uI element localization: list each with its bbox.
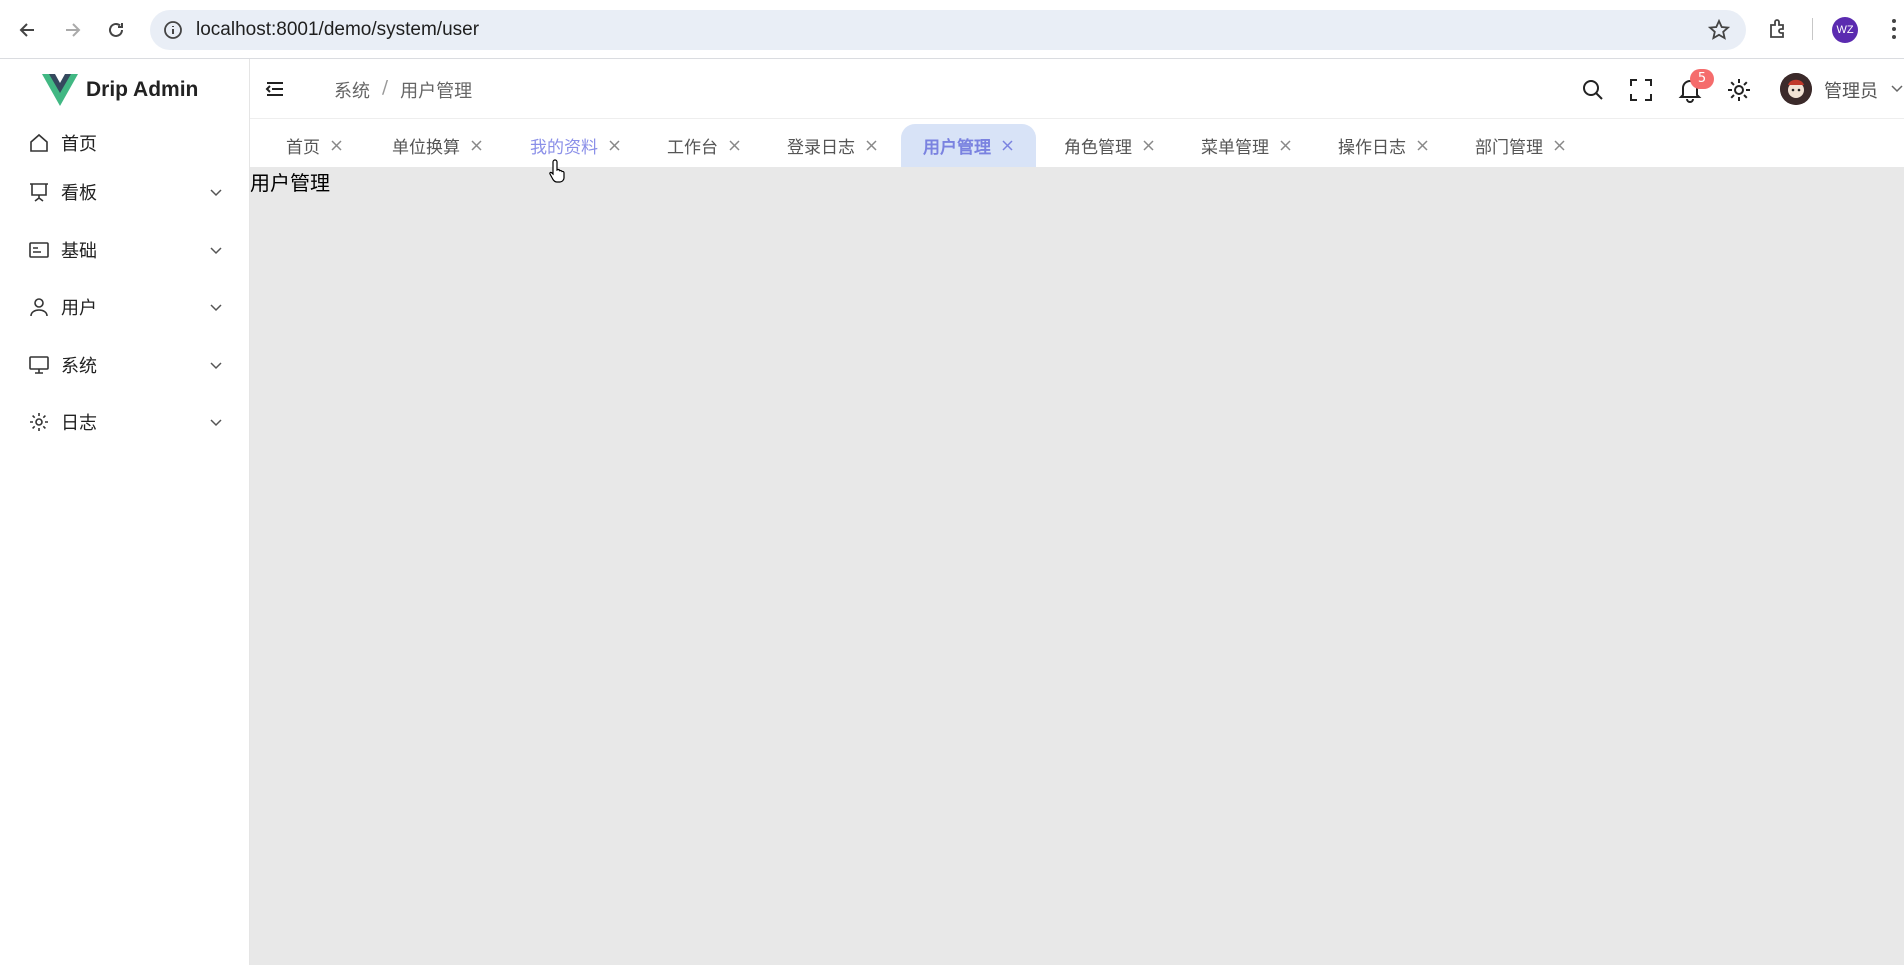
sidebar-item-label: 基础 [61, 241, 97, 262]
sidebar-item-label: 日志 [61, 413, 97, 434]
tab-label: 角色管理 [1064, 138, 1132, 158]
tab-unit-conversion[interactable]: 单位换算 [370, 124, 505, 167]
tab-department-management[interactable]: 部门管理 [1453, 124, 1588, 167]
close-icon[interactable] [1001, 139, 1014, 152]
tab-label: 用户管理 [923, 138, 991, 158]
search-icon[interactable] [1580, 77, 1606, 103]
extensions-icon[interactable] [1766, 16, 1792, 42]
sidebar-item-log[interactable]: 日志 [0, 398, 250, 446]
id-card-icon [29, 242, 49, 258]
reload-icon[interactable] [100, 14, 132, 46]
tab-user-management[interactable]: 用户管理 [901, 124, 1036, 167]
breadcrumb-item[interactable]: 系统 [334, 77, 370, 103]
sidebar-item-label: 首页 [61, 134, 97, 155]
gear-icon [30, 413, 48, 431]
sidebar-item-home[interactable]: 首页 [0, 119, 250, 167]
tab-home[interactable]: 首页 [264, 124, 365, 167]
app-name: Drip Admin [86, 78, 199, 101]
more-menu-icon[interactable] [1888, 16, 1900, 42]
tab-login-log[interactable]: 登录日志 [765, 124, 900, 167]
app-logo[interactable]: Drip Admin [42, 74, 198, 106]
tab-label: 首页 [286, 138, 320, 158]
presentation-board-icon [30, 183, 48, 202]
page-title: 用户管理 [250, 171, 330, 195]
tab-label: 菜单管理 [1201, 138, 1269, 158]
home-icon [30, 133, 48, 152]
back-icon[interactable] [12, 14, 44, 46]
sidebar-item-label: 系统 [61, 356, 97, 377]
sidebar-item-basic[interactable]: 基础 [0, 226, 250, 274]
close-icon[interactable] [1416, 139, 1429, 152]
address-bar[interactable]: localhost:8001/demo/system/user [150, 10, 1746, 50]
toolbar-divider [1812, 18, 1813, 40]
breadcrumb-item-current: 用户管理 [400, 81, 473, 102]
close-icon[interactable] [728, 139, 741, 152]
breadcrumb: 系统 / 用户管理 [334, 77, 472, 103]
tab-workbench[interactable]: 工作台 [645, 124, 763, 167]
username[interactable]: 管理员 [1824, 77, 1878, 103]
breadcrumb-separator: / [382, 77, 389, 98]
top-header: 系统 / 用户管理 5 管理员 [250, 59, 1904, 119]
tab-label: 登录日志 [787, 138, 855, 158]
chevron-down-icon [210, 189, 222, 197]
fullscreen-icon[interactable] [1628, 77, 1654, 103]
tab-label: 工作台 [667, 138, 718, 158]
close-icon[interactable] [1279, 139, 1292, 152]
tab-label: 单位换算 [392, 138, 460, 158]
sidebar-item-user[interactable]: 用户 [0, 283, 250, 331]
sidebar-item-dashboard[interactable]: 看板 [0, 168, 250, 216]
close-icon[interactable] [470, 139, 483, 152]
tab-operation-log[interactable]: 操作日志 [1316, 124, 1451, 167]
notification-badge: 5 [1690, 69, 1714, 89]
forward-icon[interactable] [56, 14, 88, 46]
chevron-down-icon [210, 362, 222, 370]
sidebar-item-label: 用户 [61, 298, 97, 319]
close-icon[interactable] [1142, 139, 1155, 152]
url-text[interactable]: localhost:8001/demo/system/user [196, 19, 479, 41]
sidebar-item-system[interactable]: 系统 [0, 341, 250, 389]
bookmark-star-icon[interactable] [1708, 19, 1730, 41]
monitor-icon [29, 356, 49, 374]
user-icon [30, 298, 48, 317]
menu-collapse-icon[interactable] [264, 78, 286, 100]
close-icon[interactable] [608, 139, 621, 152]
vue-logo-icon [42, 74, 78, 106]
chevron-down-icon[interactable] [1890, 81, 1904, 95]
user-avatar[interactable] [1780, 73, 1812, 105]
chevron-down-icon [210, 419, 222, 427]
tab-role-management[interactable]: 角色管理 [1042, 124, 1177, 167]
main-content: 用户管理 [250, 167, 1904, 965]
tab-my-profile[interactable]: 我的资料 [508, 124, 643, 167]
tab-label: 我的资料 [530, 138, 598, 158]
tab-menu-management[interactable]: 菜单管理 [1179, 124, 1314, 167]
settings-gear-icon[interactable] [1726, 77, 1752, 103]
close-icon[interactable] [1553, 139, 1566, 152]
close-icon[interactable] [330, 139, 343, 152]
site-info-icon[interactable] [162, 19, 184, 41]
tab-label: 操作日志 [1338, 138, 1406, 158]
browser-toolbar: localhost:8001/demo/system/user WZ [0, 0, 1904, 59]
chevron-down-icon [210, 247, 222, 255]
sidebar-item-label: 看板 [61, 183, 97, 204]
sidebar: Drip Admin 首页 看板 基础 用户 系统 日志 [0, 59, 250, 965]
tab-label: 部门管理 [1475, 138, 1543, 158]
tabs-bar: 首页 单位换算 我的资料 工作台 登录日志 用户管理 角色管理 菜单管理 操作日… [250, 119, 1904, 167]
chevron-down-icon [210, 304, 222, 312]
hand-cursor-icon [549, 159, 565, 183]
close-icon[interactable] [865, 139, 878, 152]
profile-avatar[interactable]: WZ [1832, 17, 1858, 43]
